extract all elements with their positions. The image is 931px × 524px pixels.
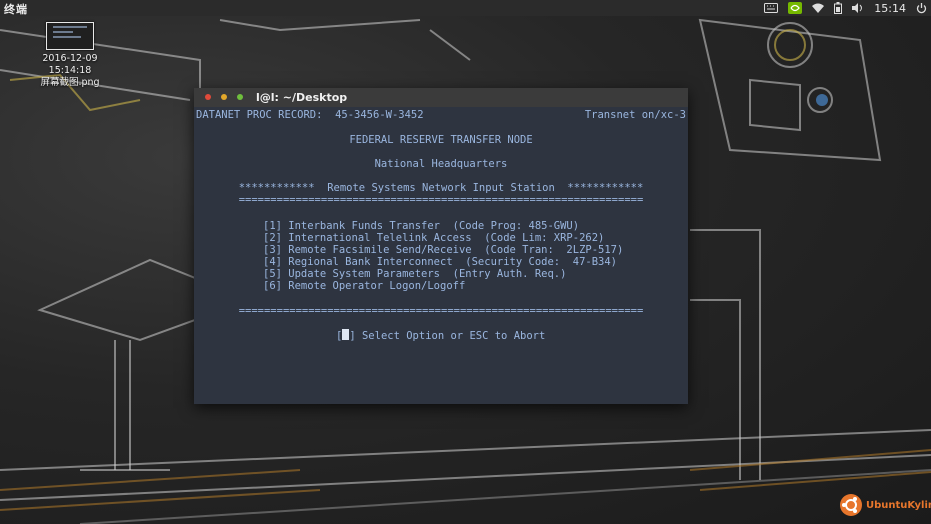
power-icon[interactable]: [916, 0, 927, 16]
keyboard-icon[interactable]: [764, 0, 779, 16]
node-title: FEDERAL RESERVE TRANSFER NODE: [349, 134, 533, 146]
terminal-window[interactable]: l@l: ~/Desktop DATANET PROC RECORD: 45-3…: [194, 88, 688, 404]
window-minimize-button[interactable]: [221, 94, 227, 100]
transnet-line: Transnet on/xc-3: [584, 109, 686, 121]
indicator-area: 15:14: [764, 0, 927, 16]
terminal-titlebar[interactable]: l@l: ~/Desktop: [194, 88, 688, 107]
ubuntukylin-logo: UbuntuKylin: [840, 494, 931, 516]
menu-option-6: [6] Remote Operator Logon/Logoff: [263, 280, 466, 292]
menu-option-1: [1] Interbank Funds Transfer (Code Prog:…: [263, 220, 580, 232]
clock[interactable]: 15:14: [874, 0, 906, 16]
menu-option-4: [4] Regional Bank Interconnect (Security…: [263, 256, 618, 268]
headquarters-line: National Headquarters: [374, 158, 508, 170]
file-name-line2: 屏幕截图.png: [40, 77, 100, 88]
window-close-button[interactable]: [205, 94, 211, 100]
station-banner: ************ Remote Systems Network Inpu…: [238, 182, 644, 194]
nvidia-icon[interactable]: [788, 0, 803, 16]
prompt-text: Select Option or ESC to Abort: [355, 330, 546, 342]
file-name-line1: 2016-12-09 15:14:18: [42, 53, 98, 76]
window-maximize-button[interactable]: [237, 94, 243, 100]
wifi-icon[interactable]: [812, 0, 825, 16]
ubuntukylin-logo-icon: [840, 494, 862, 516]
separator-top: ========================================…: [238, 194, 644, 206]
active-app-name: 终端: [4, 3, 28, 16]
logo-text: UbuntuKylin: [866, 499, 931, 511]
volume-icon[interactable]: [852, 0, 864, 16]
input-prompt[interactable]: [] Select Option or ESC to Abort: [336, 329, 545, 342]
terminal-screen[interactable]: DATANET PROC RECORD: 45-3456-W-3452 Tran…: [194, 107, 688, 404]
desktop-file-label: 2016-12-09 15:14:18 屏幕截图.png: [20, 53, 120, 89]
menu-option-5: [5] Update System Parameters (Entry Auth…: [263, 268, 567, 280]
menu-option-2: [2] International Telelink Access (Code …: [263, 232, 605, 244]
window-title: l@l: ~/Desktop: [256, 91, 348, 104]
menu-option-3: [3] Remote Facsimile Send/Receive (Code …: [263, 244, 624, 256]
separator-bottom: ========================================…: [238, 305, 644, 317]
proc-record-line: DATANET PROC RECORD: 45-3456-W-3452: [196, 109, 424, 121]
desktop-file-screenshot[interactable]: 2016-12-09 15:14:18 屏幕截图.png: [20, 22, 120, 89]
battery-icon[interactable]: [834, 0, 843, 16]
image-thumbnail-icon: [46, 22, 94, 50]
top-panel: 终端 15:14: [0, 0, 931, 16]
